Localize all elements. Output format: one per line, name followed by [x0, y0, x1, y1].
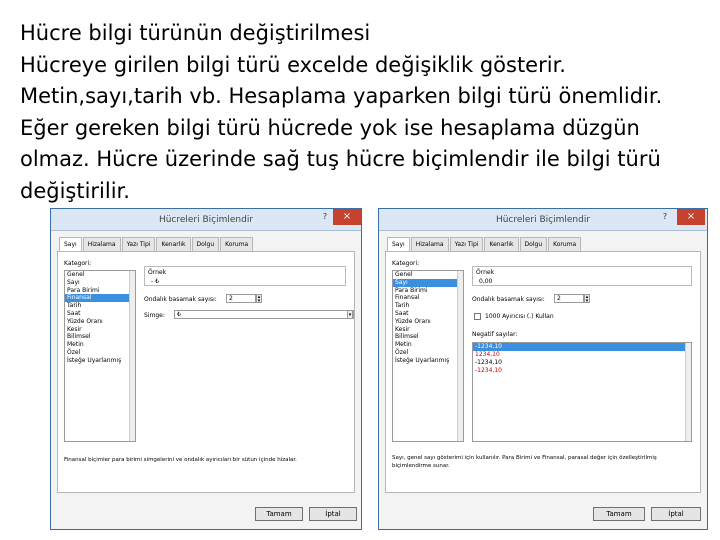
title-bar: Hücreleri Biçimlendir ? ×	[379, 209, 707, 231]
decimal-spinner[interactable]: ▴ ▾	[584, 294, 590, 304]
format-description: Finansal biçimler para birimi simgelerin…	[64, 457, 297, 463]
category-item[interactable]: Kesir	[65, 326, 135, 334]
ok-button[interactable]: Tamam	[593, 507, 645, 521]
category-item[interactable]: Sayı	[65, 279, 135, 287]
format-cells-dialog-finansal: Hücreleri Biçimlendir ? × Sayı Hizalama …	[50, 208, 362, 530]
negative-number-option[interactable]: 1234,10	[473, 351, 691, 359]
tab-border[interactable]: Kenarlık	[484, 237, 519, 251]
category-item[interactable]: Özel	[393, 349, 463, 357]
sample-label: Örnek	[148, 269, 167, 276]
category-list[interactable]: Genel Sayı Para Birimi Finansal Tarih Sa…	[392, 270, 464, 442]
category-item[interactable]: Finansal	[393, 294, 463, 302]
number-panel: Kategori: Genel Sayı Para Birimi Finansa…	[57, 251, 355, 493]
symbol-select[interactable]: ₺	[174, 310, 354, 319]
category-item[interactable]: Bilimsel	[393, 333, 463, 341]
tab-font[interactable]: Yazı Tipi	[121, 237, 156, 251]
slide-line: Eğer gereken bilgi türü hücrede yok ise …	[20, 115, 640, 140]
tab-number[interactable]: Sayı	[387, 237, 410, 251]
chevron-down-icon[interactable]: ▾	[347, 310, 353, 319]
ok-button[interactable]: Tamam	[255, 507, 303, 521]
decimal-input[interactable]: 2	[226, 294, 256, 303]
category-scrollbar[interactable]	[457, 271, 463, 441]
decimal-label: Ondalık basamak sayısı:	[472, 296, 545, 303]
decimal-input[interactable]: 2	[554, 294, 584, 303]
close-button[interactable]: ×	[677, 209, 705, 225]
category-label: Kategori:	[392, 260, 420, 267]
close-button[interactable]: ×	[333, 209, 361, 225]
category-item-selected[interactable]: Finansal	[65, 294, 135, 303]
category-item[interactable]: Para Birimi	[65, 287, 135, 295]
category-item[interactable]: Para Birimi	[393, 287, 463, 295]
sample-value: 0,00	[479, 278, 493, 285]
negative-number-option[interactable]: -1234,10	[473, 367, 691, 375]
sample-label: Örnek	[476, 269, 495, 276]
negative-number-option[interactable]: -1234,10	[473, 359, 691, 367]
cancel-button[interactable]: İptal	[309, 507, 357, 521]
category-item[interactable]: Bilimsel	[65, 333, 135, 341]
negative-number-option[interactable]: -1234,10	[473, 343, 691, 351]
tab-number[interactable]: Sayı	[59, 237, 82, 251]
slide-line: değiştirilir.	[20, 178, 130, 203]
symbol-label: Simge:	[144, 312, 165, 319]
tab-bar: Sayı Hizalama Yazı Tipi Kenarlık Dolgu K…	[387, 237, 582, 251]
sample-value: - ₺	[151, 278, 159, 285]
category-item[interactable]: Yüzde Oranı	[65, 318, 135, 326]
category-item[interactable]: Metin	[393, 341, 463, 349]
category-list[interactable]: Genel Sayı Para Birimi Finansal Tarih Sa…	[64, 270, 136, 442]
slide-line: Metin,sayı,tarih vb. Hesaplama yaparken …	[20, 84, 663, 108]
tab-protection[interactable]: Koruma	[220, 237, 254, 251]
category-item[interactable]: Saat	[393, 310, 463, 318]
tab-font[interactable]: Yazı Tipi	[449, 237, 484, 251]
slide-text: Hücre bilgi türünün değiştirilmesi Hücre…	[20, 18, 710, 207]
category-item[interactable]: Genel	[65, 271, 135, 279]
tab-alignment[interactable]: Hizalama	[410, 237, 449, 251]
help-button[interactable]: ?	[659, 212, 671, 224]
category-item[interactable]: Kesir	[393, 326, 463, 334]
separator-label: 1000 Ayırıcısı (.) Kullan	[485, 313, 554, 320]
slide-line: olmaz. Hücre üzerinde sağ tuş hücre biçi…	[20, 147, 661, 171]
number-panel: Kategori: Genel Sayı Para Birimi Finansa…	[385, 251, 701, 493]
category-item[interactable]: İsteğe Uyarlanmış	[65, 357, 135, 365]
category-label: Kategori:	[64, 260, 92, 267]
category-item[interactable]: Tarih	[65, 302, 135, 310]
title-bar: Hücreleri Biçimlendir ? ×	[51, 209, 361, 231]
decimal-spinner[interactable]: ▴ ▾	[256, 294, 262, 304]
tab-protection[interactable]: Koruma	[548, 237, 582, 251]
category-item[interactable]: Metin	[65, 341, 135, 349]
category-item[interactable]: Saat	[65, 310, 135, 318]
slide-title: Hücre bilgi türünün değiştirilmesi	[20, 21, 371, 45]
category-item[interactable]: Tarih	[393, 302, 463, 310]
format-cells-dialog-sayi: Hücreleri Biçimlendir ? × Sayı Hizalama …	[378, 208, 708, 530]
category-item[interactable]: Özel	[65, 349, 135, 357]
cancel-button[interactable]: İptal	[651, 507, 701, 521]
separator-checkbox[interactable]	[474, 313, 481, 320]
sample-box: Örnek - ₺	[144, 266, 346, 286]
slide-line: Hücreye girilen bilgi türü excelde değiş…	[20, 52, 566, 77]
negative-label: Negatif sayılar:	[472, 331, 518, 338]
tab-alignment[interactable]: Hizalama	[82, 237, 121, 251]
category-item[interactable]: Yüzde Oranı	[393, 318, 463, 326]
tab-fill[interactable]: Dolgu	[519, 237, 548, 251]
category-item[interactable]: Genel	[393, 271, 463, 279]
negative-numbers-list[interactable]: -1234,10 1234,10 -1234,10 -1234,10	[472, 342, 692, 442]
help-button[interactable]: ?	[319, 212, 331, 224]
tab-fill[interactable]: Dolgu	[191, 237, 220, 251]
format-description: Sayı, genel sayı gösterimi için kullanıl…	[392, 455, 657, 469]
sample-box: Örnek 0,00	[472, 266, 692, 286]
dialog-title: Hücreleri Biçimlendir	[158, 215, 254, 225]
tab-border[interactable]: Kenarlık	[156, 237, 191, 251]
tab-bar: Sayı Hizalama Yazı Tipi Kenarlık Dolgu K…	[59, 237, 254, 251]
category-item-selected[interactable]: Sayı	[393, 278, 463, 287]
negative-scrollbar[interactable]	[685, 343, 691, 441]
category-scrollbar[interactable]	[129, 271, 135, 441]
decimal-label: Ondalık basamak sayısı:	[144, 296, 217, 303]
category-item[interactable]: İsteğe Uyarlanmış	[393, 357, 463, 365]
dialog-title: Hücreleri Biçimlendir	[495, 215, 591, 225]
